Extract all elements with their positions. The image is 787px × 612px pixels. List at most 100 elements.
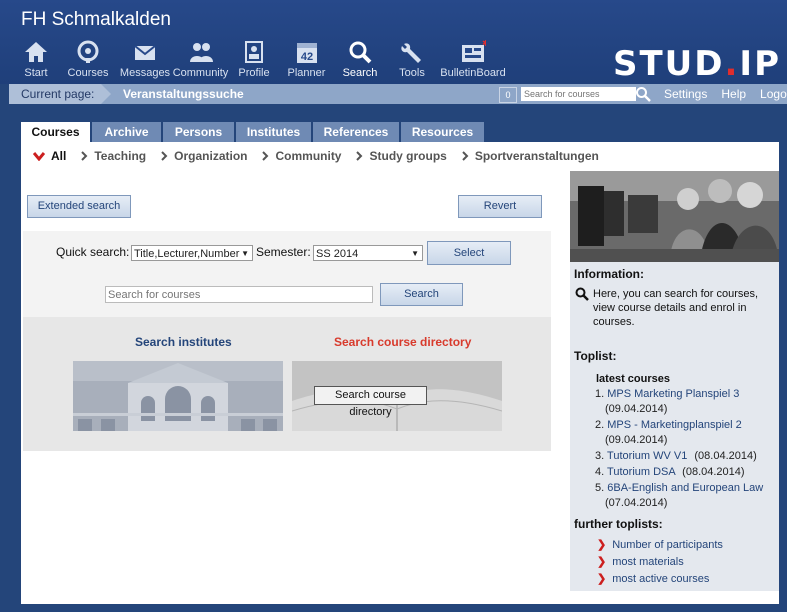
people-icon	[189, 43, 213, 62]
envelope-icon	[134, 45, 156, 60]
nav-messages-label: Messages	[119, 67, 171, 79]
chevron-right-icon	[356, 151, 363, 161]
subnav-sportveranstaltungen[interactable]: Sportveranstaltungen	[461, 149, 599, 163]
nav-courses-label: Courses	[67, 67, 109, 79]
arrow-right-icon: ❯	[597, 573, 607, 585]
tab-archive[interactable]: Archive	[92, 122, 161, 142]
info-sidebar: Information: Here, you can search for co…	[570, 171, 779, 591]
top-header: FH Schmalkalden Start Courses Messages C…	[0, 0, 787, 84]
help-link[interactable]: Help	[721, 84, 746, 104]
select-button[interactable]: Select	[427, 241, 511, 265]
subnav-all[interactable]: All	[33, 149, 66, 163]
search-icon	[349, 41, 372, 64]
profile-icon	[245, 41, 263, 63]
list-item-number: 2.	[595, 419, 605, 431]
tab-resources[interactable]: Resources	[401, 122, 484, 142]
course-link[interactable]: Tutorium DSA	[607, 466, 675, 478]
course-date: (08.04.2014)	[682, 466, 745, 478]
semester-select[interactable]: SS 2014 ▼	[313, 245, 423, 261]
information-heading: Information:	[574, 267, 644, 281]
chevron-right-icon	[462, 151, 469, 161]
calendar-icon: 42	[296, 43, 317, 63]
notification-counter[interactable]: 0	[499, 87, 517, 103]
nav-profile[interactable]: Profile	[229, 40, 279, 82]
search-directory-title[interactable]: Search course directory	[334, 335, 471, 349]
main-navigation: Start Courses Messages Community Profile…	[14, 40, 508, 82]
nav-tools-label: Tools	[399, 67, 425, 79]
courses-icon	[77, 40, 99, 63]
subnav-study-groups[interactable]: Study groups	[355, 149, 447, 163]
list-item: 2. MPS - Marketingplanspiel 2 (09.04.201…	[595, 418, 777, 448]
course-date: (08.04.2014)	[694, 450, 757, 462]
logo-dot: .	[724, 44, 740, 84]
course-directory-book-image[interactable]: Search course directory	[292, 361, 502, 431]
revert-button[interactable]: Revert	[458, 195, 542, 218]
nav-community[interactable]: Community	[172, 40, 229, 82]
tab-courses[interactable]: Courses	[21, 122, 90, 143]
toplist-materials-link[interactable]: ❯ most materials	[597, 555, 684, 568]
nav-tools[interactable]: Tools	[386, 40, 438, 82]
arrow-right-icon: ❯	[597, 556, 607, 568]
nav-bulletinboard[interactable]: ✱ BulletinBoard	[438, 40, 508, 82]
search-institutes-title[interactable]: Search institutes	[135, 335, 232, 349]
course-link[interactable]: MPS Marketing Planspiel 3	[607, 388, 739, 400]
tab-references[interactable]: References	[313, 122, 399, 142]
settings-link[interactable]: Settings	[664, 84, 707, 104]
list-item: 5. 6BA-English and European Law (07.04.2…	[595, 481, 777, 511]
toplist-active-label: most active courses	[612, 573, 710, 585]
institutes-building-image[interactable]	[73, 361, 283, 431]
subnav-organization[interactable]: Organization	[160, 149, 247, 163]
list-item-number: 1.	[595, 388, 605, 400]
nav-search-label: Search	[342, 67, 378, 79]
subnav-teaching-label: Teaching	[94, 149, 147, 163]
dropdown-arrow-icon: ▼	[411, 249, 419, 258]
search-icon[interactable]	[635, 86, 651, 102]
subnav-study-groups-label: Study groups	[369, 149, 447, 163]
subnav-sportveranstaltungen-label: Sportveranstaltungen	[474, 149, 599, 163]
nav-courses[interactable]: Courses	[58, 40, 118, 82]
subnav-community[interactable]: Community	[261, 149, 341, 163]
nav-start-label: Start	[24, 67, 48, 79]
main-content: All Teaching Organization Community Stud…	[21, 142, 779, 604]
logo-text: STUD	[612, 44, 725, 84]
chevron-down-icon	[33, 152, 45, 161]
search-course-directory-button[interactable]: Search course directory	[314, 386, 427, 418]
current-page-value: Veranstaltungssuche	[123, 87, 244, 101]
tab-institutes[interactable]: Institutes	[236, 122, 311, 142]
toplist-participants-link[interactable]: ❯ Number of participants	[597, 538, 723, 551]
subnav-teaching[interactable]: Teaching	[80, 149, 146, 163]
search-button[interactable]: Search	[380, 283, 463, 306]
status-bar: Current page: Veranstaltungssuche 0 Sett…	[9, 84, 787, 104]
course-link[interactable]: Tutorium WV V1	[607, 450, 687, 462]
course-link[interactable]: MPS - Marketingplanspiel 2	[607, 419, 742, 431]
course-link[interactable]: 6BA-English and European Law	[607, 482, 763, 494]
dropdown-arrow-icon: ▼	[241, 249, 249, 258]
tab-persons[interactable]: Persons	[163, 122, 234, 142]
course-date: (09.04.2014)	[605, 434, 668, 446]
site-title: FH Schmalkalden	[21, 9, 171, 30]
subnav-community-label: Community	[275, 149, 342, 163]
nav-planner[interactable]: 42 Planner	[279, 40, 334, 82]
nav-search[interactable]: Search	[334, 40, 386, 82]
nav-community-label: Community	[172, 67, 229, 79]
further-toplists-heading: further toplists:	[574, 517, 663, 531]
top-links: Settings Help Logout	[664, 84, 787, 104]
toplist-active-link[interactable]: ❯ most active courses	[597, 572, 709, 585]
quick-search-input[interactable]	[521, 87, 636, 101]
subnavigation: All Teaching Organization Community Stud…	[33, 149, 613, 163]
magnifier-icon	[575, 287, 589, 301]
chevron-right-icon	[262, 151, 269, 161]
information-text: Here, you can search for courses, view c…	[593, 288, 759, 328]
svg-text:42: 42	[300, 51, 312, 63]
list-item-number: 3.	[595, 450, 605, 462]
quick-search-select[interactable]: Title,Lecturer,Number ▼	[131, 245, 253, 261]
nav-start[interactable]: Start	[14, 40, 58, 82]
extended-search-button[interactable]: Extended search	[27, 195, 131, 218]
course-search-input[interactable]	[105, 286, 373, 303]
logout-link[interactable]: Logout	[760, 84, 787, 104]
students-at-computers-image	[570, 171, 779, 262]
nav-messages[interactable]: Messages	[118, 40, 172, 82]
current-page-label: Current page:	[9, 84, 101, 104]
semester-label: Semester:	[256, 245, 311, 259]
arrow-right-icon: ❯	[597, 539, 607, 551]
